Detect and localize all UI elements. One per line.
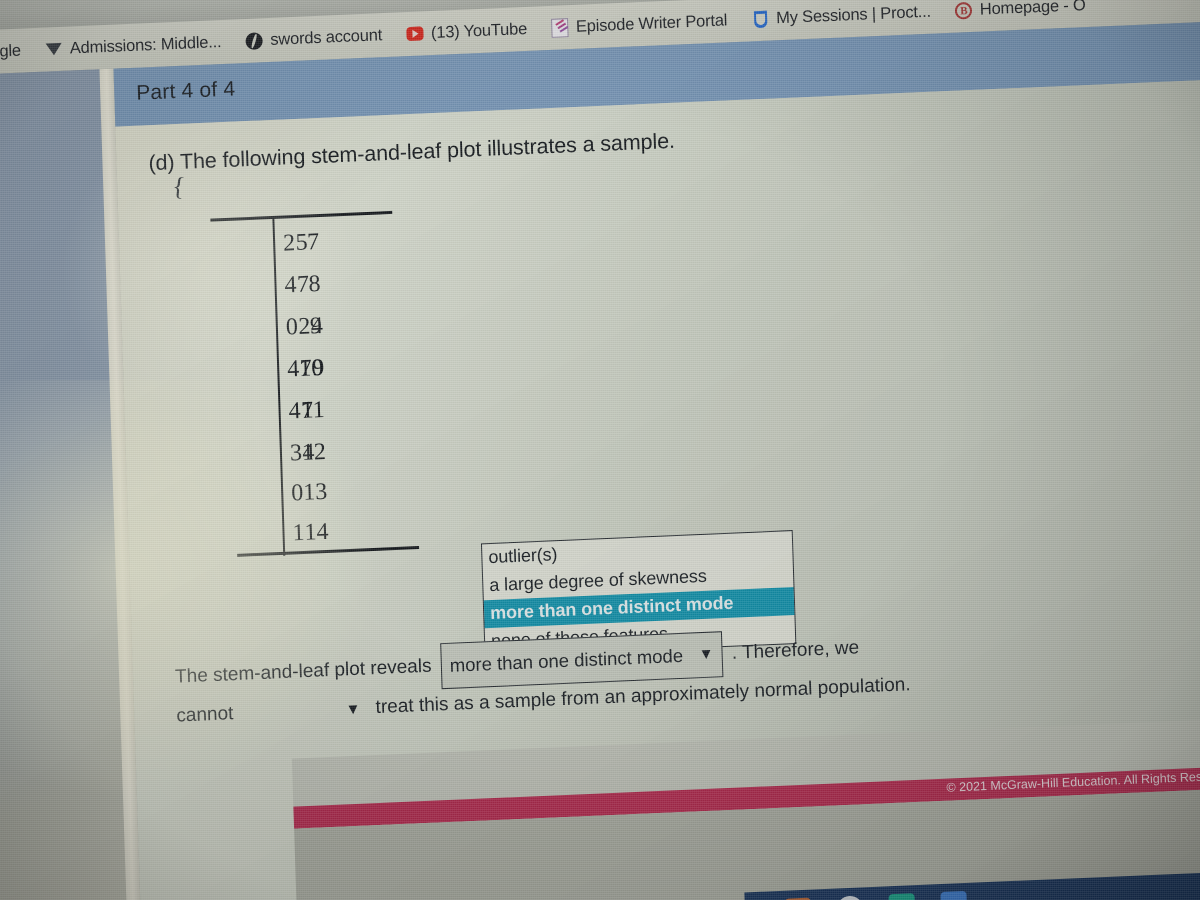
- stem-value: 14: [304, 518, 329, 546]
- taskbar-app-icon[interactable]: [836, 895, 864, 900]
- sentence-lead: The stem-and-leaf plot reveals: [174, 655, 432, 688]
- bookmark-label: swords account: [270, 25, 383, 49]
- stem-value: 8: [308, 270, 321, 298]
- bookmark-label: (13) YouTube: [430, 19, 528, 42]
- bookmark-label: Homepage - O: [979, 0, 1086, 19]
- table-row: 12 34: [218, 435, 399, 471]
- table-row: 14 1: [220, 515, 401, 551]
- taskbar-app-icon[interactable]: [888, 893, 916, 900]
- bookmark-label: Admissions: Middle...: [69, 32, 222, 58]
- content-panel: Part 4 of 4 (d) The following stem-and-l…: [113, 21, 1200, 900]
- stem-value: 7: [306, 228, 320, 256]
- table-row: 13 0: [219, 475, 400, 511]
- leaf-values: 1: [292, 519, 306, 546]
- bookmark-swords-account[interactable]: swords account: [233, 13, 395, 64]
- bookmark-label: Episode Writer Portal: [575, 10, 728, 36]
- proctorio-icon: [751, 10, 770, 29]
- ability-select-value[interactable]: cannot: [176, 690, 337, 737]
- plot-top-rule: [210, 210, 393, 222]
- leaf-values: 34: [289, 438, 316, 466]
- leaf-values: 47: [288, 396, 314, 424]
- sentence-after-feature: . Therefore, we: [731, 637, 860, 664]
- screen-content: /aisuscgi/x/Isl.exe/1O_u-IgNslkr7j8P3jH-…: [0, 0, 1200, 900]
- question-prompt: (d) The following stem-and-leaf plot ill…: [148, 128, 676, 176]
- table-row: 11 47: [216, 393, 397, 429]
- leaf-values: 25: [282, 229, 309, 257]
- globe-icon: [245, 31, 264, 50]
- taskbar-app-icon[interactable]: [940, 890, 968, 900]
- bookmark-label: My Sessions | Proct...: [775, 2, 932, 27]
- table-row: 9 024: [214, 309, 395, 345]
- bookmark-label: Google: [0, 41, 22, 62]
- blackboard-icon: B: [955, 1, 974, 20]
- youtube-icon: [406, 24, 425, 43]
- monitor-photo: /aisuscgi/x/Isl.exe/1O_u-IgNslkr7j8P3jH-…: [0, 0, 1200, 900]
- leaf-values: 024: [285, 312, 324, 341]
- chevron-down-icon[interactable]: ▼: [345, 690, 361, 731]
- bookmark-youtube[interactable]: (13) YouTube: [393, 6, 539, 56]
- handwriting-mark: {: [170, 171, 187, 202]
- table-row: 10 479: [215, 351, 396, 387]
- leaf-values: 47: [284, 270, 310, 299]
- table-row: 7 25: [211, 225, 392, 261]
- diamond-icon: [45, 40, 64, 59]
- leaf-values: 479: [286, 354, 326, 383]
- notebook-icon: [551, 17, 570, 38]
- leaf-values: 0: [290, 479, 305, 506]
- taskbar-icons: [784, 890, 968, 900]
- page-area: Part 4 of 4 (d) The following stem-and-l…: [0, 21, 1200, 900]
- bookmark-google[interactable]: Google: [0, 28, 34, 75]
- table-row: 8 47: [212, 267, 393, 303]
- stem-value: 13: [302, 478, 328, 506]
- chevron-down-icon: ▼: [698, 645, 714, 664]
- part-title: Part 4 of 4: [135, 77, 236, 105]
